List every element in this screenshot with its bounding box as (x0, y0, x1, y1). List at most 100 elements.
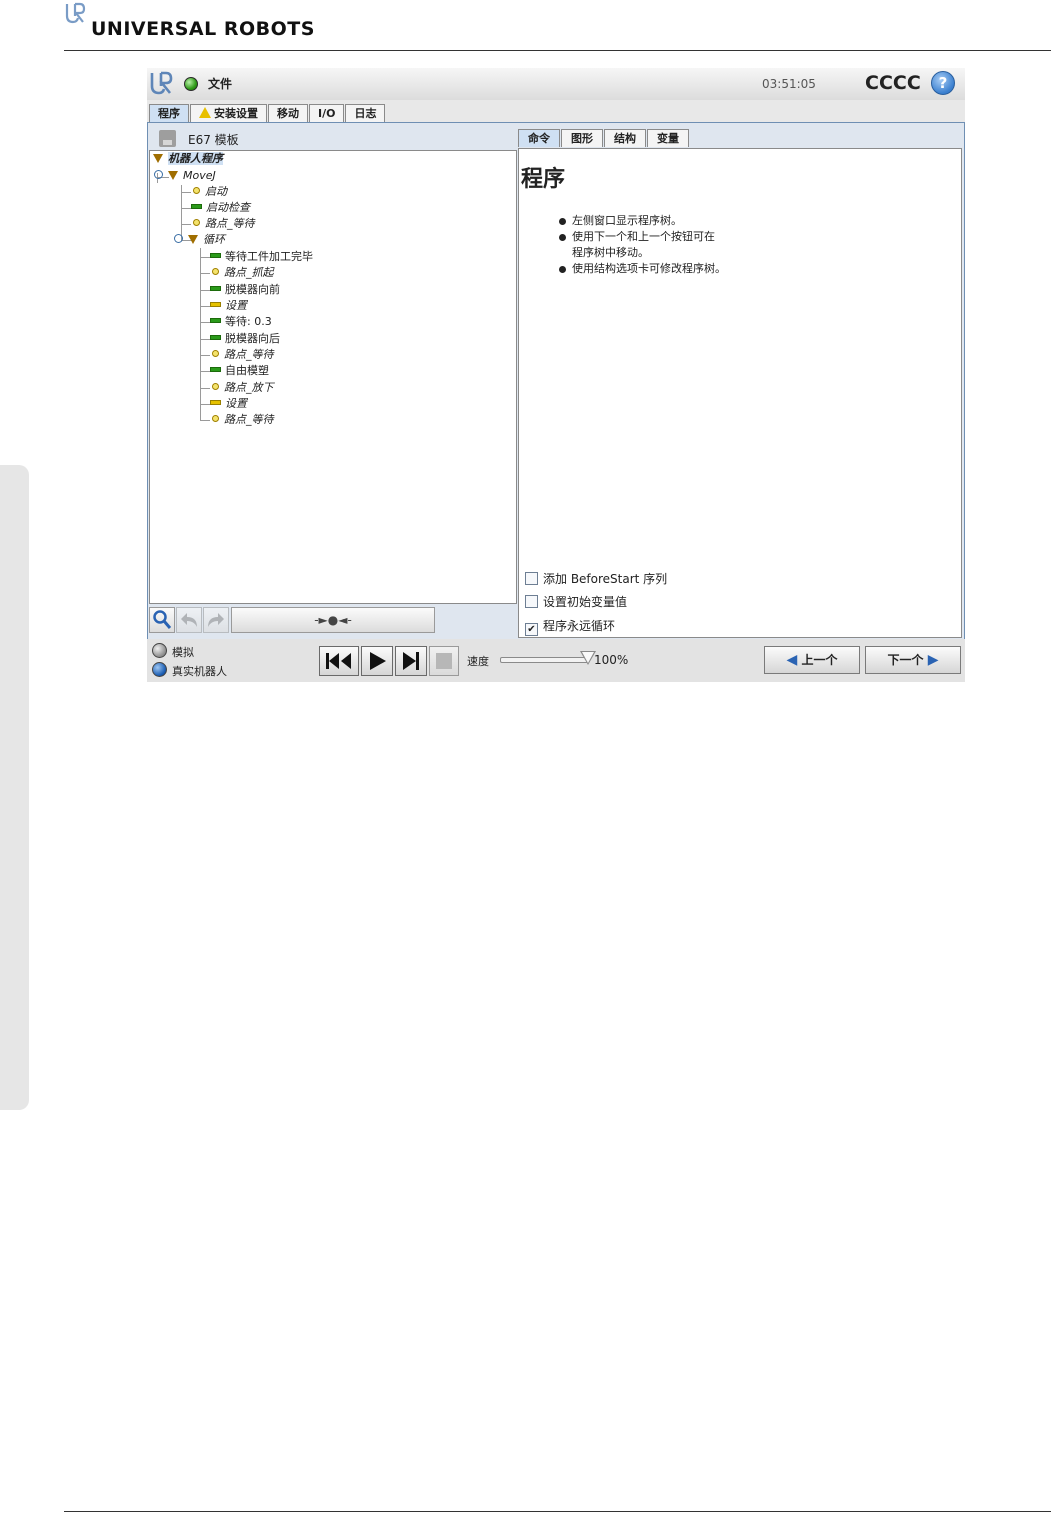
tab-variables[interactable]: 变量 (647, 129, 689, 147)
tree-node-label: 设置 (225, 397, 247, 410)
tab-move[interactable]: 移动 (268, 104, 308, 122)
tree-node-label: 设置 (225, 299, 247, 312)
speed-slider-thumb-inner (582, 652, 594, 663)
tree-node[interactable]: 路点_等待 (212, 412, 274, 427)
radio-button-selected[interactable] (152, 662, 167, 677)
rewind-icon (326, 653, 351, 669)
tree-node[interactable]: 启动检查 (191, 200, 250, 215)
save-icon[interactable] (159, 130, 176, 147)
next-button[interactable]: 下一个 ▶ (865, 646, 961, 674)
header-rule (64, 50, 1051, 51)
tree-node[interactable]: 脱模器向前 (210, 282, 280, 297)
expand-triangle-icon[interactable] (168, 171, 178, 180)
arrow-right-icon: ▶ (927, 652, 939, 668)
search-button[interactable] (149, 607, 175, 633)
tree-node[interactable]: 设置 (210, 298, 247, 313)
pin-icon (154, 170, 163, 179)
speed-slider[interactable] (500, 657, 589, 663)
clock: 03:51:05 (762, 77, 816, 91)
tree-node-label: 启动检查 (206, 201, 250, 214)
waypoint-icon (212, 350, 219, 357)
ur-logo-icon (65, 2, 86, 24)
tree-node-label: 路点_等待 (205, 217, 255, 230)
tab-label: I/O (318, 107, 336, 120)
tree-node[interactable]: 路点_等待 (193, 216, 255, 231)
option-label: 添加 BeforeStart 序列 (543, 572, 668, 586)
expand-triangle-icon[interactable] (153, 154, 163, 163)
tree-node[interactable]: 脱模器向后 (210, 331, 280, 346)
title-bar: 文件 03:51:05 CCCC ? (147, 68, 965, 100)
tree-connector (181, 224, 191, 225)
command-icon (210, 335, 221, 340)
tree-connector (200, 306, 210, 307)
play-button[interactable] (361, 646, 393, 676)
tab-log[interactable]: 日志 (345, 104, 386, 122)
tab-installation[interactable]: 安装设置 (190, 104, 267, 122)
tree-node[interactable]: 路点_抓起 (212, 265, 274, 280)
tree-node-root[interactable]: 机器人程序 (153, 151, 223, 166)
footer-rule (64, 1511, 1051, 1512)
command-body: 程序 左侧窗口显示程序树。 使用下一个和上一个按钮可在 程序树中移动。 使用结构… (518, 148, 962, 638)
help-bullets: 左侧窗口显示程序树。 使用下一个和上一个按钮可在 程序树中移动。 使用结构选项卡… (559, 213, 726, 277)
checkbox[interactable] (525, 595, 538, 608)
tree-node[interactable]: 路点_等待 (212, 347, 274, 362)
checkbox[interactable] (525, 572, 538, 585)
stop-button[interactable] (429, 646, 459, 676)
mode-real-robot[interactable]: 真实机器人 (152, 660, 227, 679)
tree-node-label: 脱模器向后 (225, 332, 280, 345)
waypoint-icon (193, 187, 200, 194)
option-init-variables[interactable]: 设置初始变量值 (525, 593, 627, 610)
tab-program[interactable]: 程序 (149, 104, 189, 122)
tree-node[interactable]: 路点_放下 (212, 380, 274, 395)
tree-connector (200, 420, 210, 421)
redo-button[interactable] (203, 607, 229, 633)
tree-connector (200, 273, 210, 274)
tree-node[interactable]: 自由模塑 (210, 363, 269, 378)
program-name: E67 模板 (188, 133, 239, 147)
mode-label: 模拟 (172, 646, 194, 659)
tree-connector (200, 339, 210, 340)
tab-io[interactable]: I/O (309, 104, 345, 122)
step-button[interactable] (395, 646, 427, 676)
tree-connector (200, 257, 210, 258)
tree-node[interactable]: 等待: 0.3 (210, 314, 272, 329)
tree-node[interactable]: 等待工件加工完毕 (210, 249, 313, 264)
tree-node-movej[interactable]: MoveJ (154, 168, 216, 183)
tree-node-loop[interactable]: 循环 (174, 232, 225, 247)
pin-icon (174, 234, 183, 243)
option-loop-forever[interactable]: ✔ 程序永远循环 (525, 617, 615, 636)
tab-label: 安装设置 (214, 107, 258, 120)
stop-icon (436, 653, 452, 669)
help-icon[interactable]: ? (931, 71, 955, 95)
rewind-button[interactable] (319, 646, 359, 676)
bullet-continuation: 程序树中移动。 (572, 246, 649, 259)
file-menu[interactable]: 文件 (208, 75, 232, 92)
command-icon (191, 204, 202, 209)
expand-triangle-icon[interactable] (188, 235, 198, 244)
tab-label: 程序 (158, 107, 180, 120)
program-tab-content: E67 模板 机器人程序 MoveJ 启动 启动检查 路点_等待 循环 等待工件… (147, 122, 965, 640)
undo-button[interactable] (176, 607, 202, 633)
step-icon (403, 652, 419, 670)
sub-tab-bar: 命令 图形 结构 变量 (518, 129, 690, 147)
prev-button[interactable]: ◀ 上一个 (764, 646, 860, 674)
tab-structure[interactable]: 结构 (604, 129, 646, 147)
tree-connector (200, 322, 210, 323)
program-tree[interactable]: 机器人程序 MoveJ 启动 启动检查 路点_等待 循环 等待工件加工完毕 路点… (149, 150, 517, 604)
tab-command[interactable]: 命令 (518, 129, 560, 147)
tree-node[interactable]: 设置 (210, 396, 247, 411)
command-panel: 命令 图形 结构 变量 程序 左侧窗口显示程序树。 使用下一个和上一个按钮可在 … (518, 127, 963, 638)
command-icon (210, 367, 221, 372)
collapse-expand-button[interactable]: -►●◄- (231, 607, 435, 633)
tree-connector (200, 290, 210, 291)
tree-node[interactable]: 启动 (193, 184, 227, 199)
checkbox-checked[interactable]: ✔ (525, 623, 538, 636)
search-icon (153, 610, 172, 629)
mode-simulation[interactable]: 模拟 (152, 641, 194, 660)
set-command-icon (210, 400, 221, 405)
tab-graphics[interactable]: 图形 (561, 129, 603, 147)
play-icon (370, 652, 386, 670)
robot-status-icon (184, 77, 198, 91)
option-before-start[interactable]: 添加 BeforeStart 序列 (525, 570, 667, 587)
radio-button[interactable] (152, 643, 167, 658)
